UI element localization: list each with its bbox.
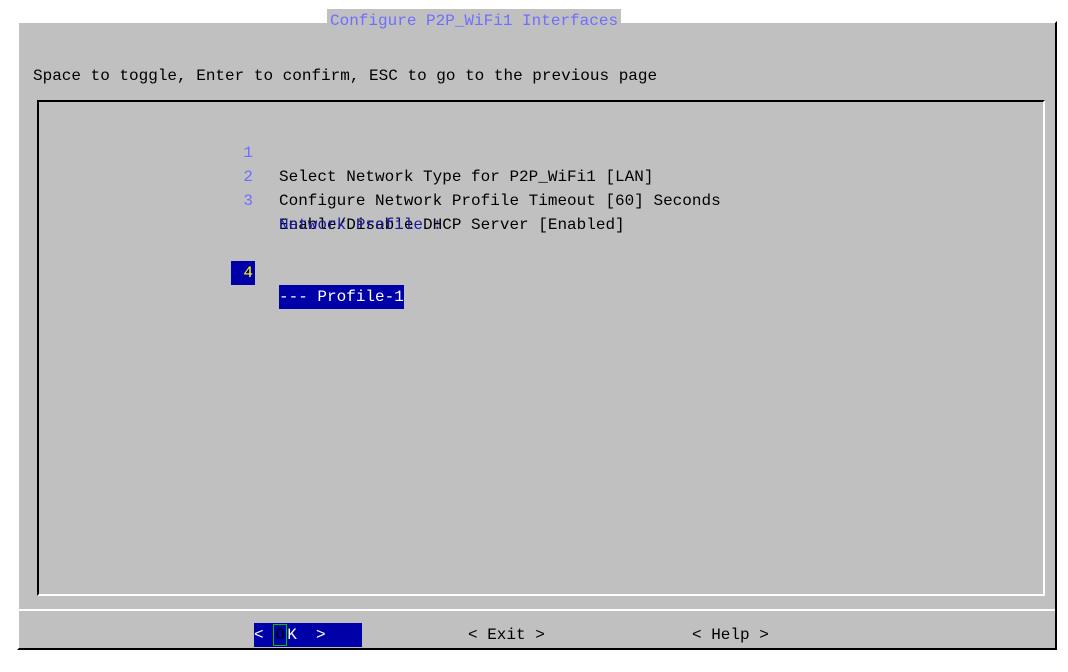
menu-item-number: 1	[243, 144, 253, 162]
network-profile-header: Network Profile :	[279, 216, 443, 234]
terminal-screen: Configure P2P_WiFi1 Interfaces Space to …	[0, 0, 1068, 672]
ok-button-bracket: <	[254, 626, 274, 644]
help-button[interactable]: < Help >	[692, 623, 769, 647]
ok-hotkey: O	[273, 624, 288, 646]
menu-item-number: 2	[243, 168, 253, 186]
menu-item-dhcp-server[interactable]: 3 Enable/Disable DHCP Server [Enabled]	[39, 165, 624, 234]
menu-item-profile-1[interactable]: 4 --- Profile-1	[39, 237, 404, 309]
ok-button-rest: K >	[287, 626, 326, 644]
menu-item-profile-timeout[interactable]: 2 Configure Network Profile Timeout [60]…	[39, 141, 720, 210]
menu-item-number: 3	[243, 192, 253, 210]
menu-item-network-type[interactable]: 1 Select Network Type for P2P_WiFi1 [LAN…	[39, 117, 653, 186]
configure-interfaces-dialog: Configure P2P_WiFi1 Interfaces Space to …	[17, 9, 1057, 650]
menu-item-label: Select Network Type for P2P_WiFi1 [LAN]	[279, 168, 654, 186]
button-row-divider	[19, 609, 1055, 611]
ok-button[interactable]: < OK >	[254, 623, 362, 647]
dialog-title: Configure P2P_WiFi1 Interfaces	[327, 9, 622, 33]
instruction-text: Space to toggle, Enter to confirm, ESC t…	[33, 67, 658, 85]
menu-item-number: 4	[231, 261, 255, 285]
exit-button[interactable]: < Exit >	[468, 623, 545, 647]
menu-list: 1 Select Network Type for P2P_WiFi1 [LAN…	[37, 100, 1045, 596]
menu-item-label: Configure Network Profile Timeout [60] S…	[279, 192, 721, 210]
menu-item-label: --- Profile-1	[279, 285, 404, 309]
